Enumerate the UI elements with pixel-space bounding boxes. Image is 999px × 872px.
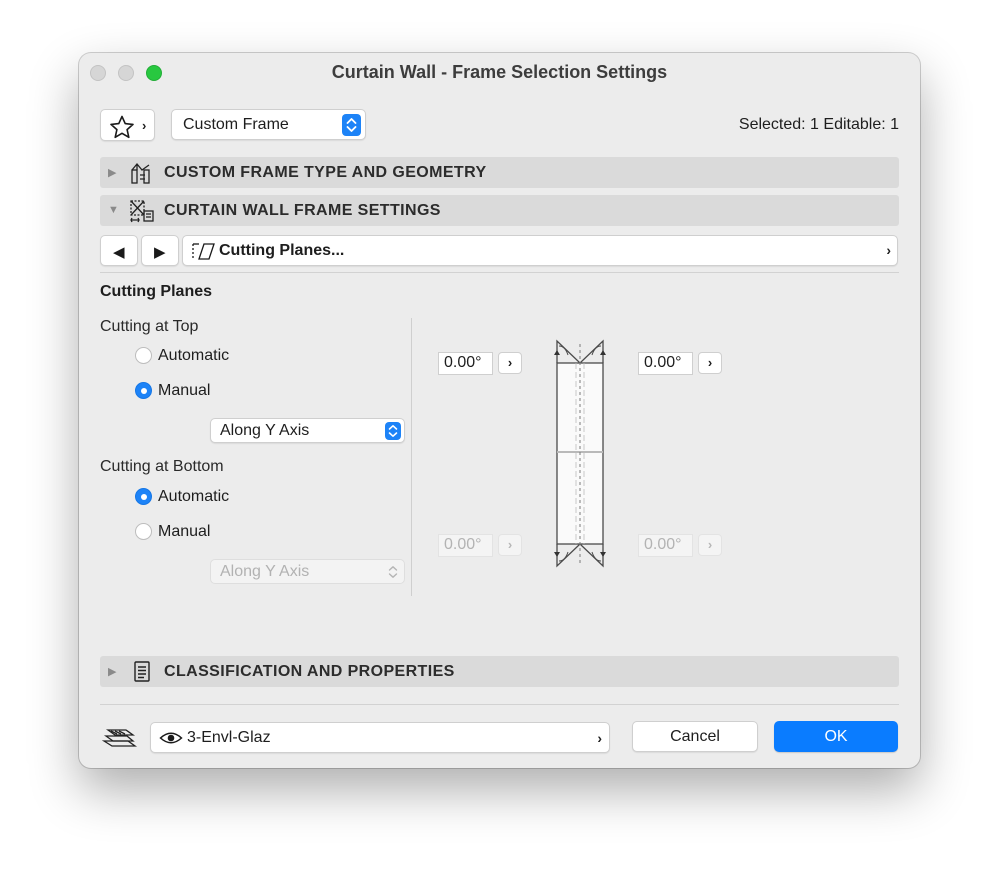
current-page-label: Cutting Planes...: [219, 242, 345, 259]
section-title: CURTAIN WALL FRAME SETTINGS: [164, 202, 441, 219]
bottom-right-angle-input: 0.00°: [638, 534, 693, 557]
layer-value: 3-Envl-Glaz: [187, 729, 271, 746]
frame-cut-preview-diagram: [554, 339, 606, 568]
bottom-left-angle-button: ›: [498, 534, 522, 556]
bottom-axis-value: Along Y Axis: [220, 562, 310, 580]
bottom-manual-label[interactable]: Manual: [158, 523, 210, 541]
top-left-angle-input[interactable]: 0.00°: [438, 352, 493, 375]
cutting-planes-icon: [192, 243, 215, 260]
top-right-angle-button[interactable]: ›: [698, 352, 722, 374]
top-right-angle-input[interactable]: 0.00°: [638, 352, 693, 375]
star-icon: [110, 115, 134, 139]
ok-button[interactable]: OK: [774, 721, 898, 752]
up-down-stepper-icon: [385, 563, 401, 581]
favorites-button[interactable]: ›: [100, 109, 155, 141]
document-list-icon: [134, 661, 150, 682]
disclosure-collapsed-icon: ▶: [108, 167, 117, 179]
next-page-button[interactable]: ▶: [141, 235, 179, 266]
cancel-button[interactable]: Cancel: [632, 721, 758, 752]
cutting-top-label: Cutting at Top: [100, 318, 199, 335]
section-curtain-wall-frame-settings[interactable]: ▼ CURTAIN WALL FRAME SETTINGS: [100, 195, 899, 226]
top-left-angle-button[interactable]: ›: [498, 352, 522, 374]
selection-info: Selected: 1 Editable: 1: [738, 116, 899, 133]
bottom-manual-radio[interactable]: [135, 523, 152, 540]
section-title: CUSTOM FRAME TYPE AND GEOMETRY: [164, 164, 487, 181]
divider: [100, 272, 899, 273]
section-title: CLASSIFICATION AND PROPERTIES: [164, 663, 455, 680]
page-selector[interactable]: Cutting Planes... ›: [182, 235, 898, 266]
chevron-right-icon: ›: [886, 242, 891, 258]
triangle-left-icon: ◀: [113, 244, 125, 261]
panel-divider: [411, 318, 412, 596]
bottom-automatic-radio[interactable]: [135, 488, 152, 505]
triangle-right-icon: ▶: [154, 244, 166, 261]
frame-geometry-icon: [131, 162, 150, 184]
layers-icon: [102, 729, 138, 747]
up-down-stepper-icon: [342, 113, 361, 136]
cutting-bottom-label: Cutting at Bottom: [100, 458, 224, 475]
chevron-right-icon: ›: [142, 118, 147, 133]
bottom-right-angle-button: ›: [698, 534, 722, 556]
section-classification-and-properties[interactable]: ▶ CLASSIFICATION AND PROPERTIES: [100, 656, 899, 687]
panel-title: Cutting Planes: [100, 283, 213, 300]
top-axis-select[interactable]: Along Y Axis: [210, 418, 405, 443]
bottom-left-angle-input: 0.00°: [438, 534, 493, 557]
frame-type-select[interactable]: Custom Frame: [171, 109, 366, 140]
disclosure-expanded-icon: ▼: [108, 204, 119, 216]
layer-select[interactable]: 3-Envl-Glaz ›: [150, 722, 610, 753]
bottom-automatic-label[interactable]: Automatic: [158, 488, 229, 506]
section-custom-frame-type-and-geometry[interactable]: ▶ CUSTOM FRAME TYPE AND GEOMETRY: [100, 157, 899, 188]
chevron-right-icon: ›: [597, 730, 602, 746]
top-automatic-radio[interactable]: [135, 347, 152, 364]
window-title: Curtain Wall - Frame Selection Settings: [331, 62, 668, 82]
divider: [100, 704, 899, 705]
previous-page-button[interactable]: ◀: [100, 235, 138, 266]
up-down-stepper-icon: [385, 421, 401, 440]
top-automatic-label[interactable]: Automatic: [158, 347, 229, 365]
top-axis-value: Along Y Axis: [220, 421, 310, 439]
title-bar: Curtain Wall - Frame Selection Settings: [79, 53, 920, 93]
top-manual-radio[interactable]: [135, 382, 152, 399]
eye-icon: [159, 732, 183, 744]
disclosure-collapsed-icon: ▶: [108, 666, 117, 678]
frame-type-value: Custom Frame: [183, 115, 289, 133]
frame-settings-icon: [130, 200, 154, 223]
bottom-axis-select: Along Y Axis: [210, 559, 405, 584]
top-manual-label[interactable]: Manual: [158, 382, 210, 400]
dialog-window: Curtain Wall - Frame Selection Settings …: [79, 53, 920, 768]
